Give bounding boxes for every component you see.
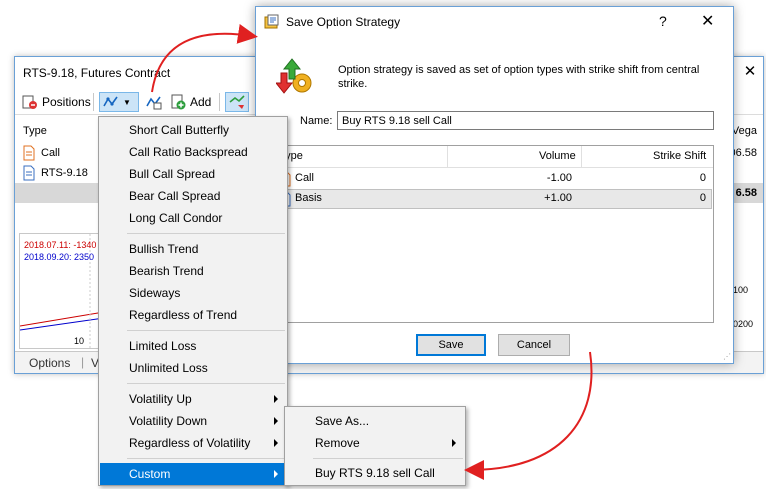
arrow-to-dialog xyxy=(151,23,258,93)
arrow-to-saved-item xyxy=(464,351,593,480)
annotation-arrows xyxy=(151,23,593,480)
